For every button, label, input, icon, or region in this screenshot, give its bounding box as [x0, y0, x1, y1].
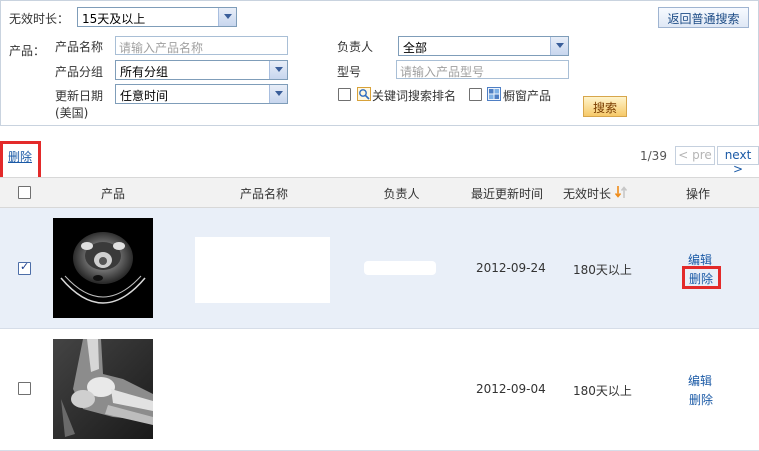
header-actions: 操作 — [685, 187, 710, 201]
header-product: 产品 — [100, 187, 125, 201]
grid-window-icon — [487, 87, 501, 101]
redacted-product-name — [195, 237, 330, 303]
select-all-checkbox[interactable] — [18, 186, 31, 199]
sort-arrows-icon[interactable] — [614, 185, 628, 199]
keyword-rank-checkbox[interactable] — [338, 88, 351, 101]
product-thumbnail-foot-xray[interactable] — [53, 339, 153, 439]
keyword-rank-label: 关键词搜索排名 — [372, 89, 457, 103]
product-group-value: 所有分组 — [120, 65, 169, 79]
page-indicator: 1/39 — [640, 149, 667, 163]
chevron-down-icon — [550, 37, 568, 55]
chevron-down-icon — [269, 61, 287, 79]
header-product-name: 产品名称 — [239, 187, 288, 201]
last-updated-cell: 2012-09-04 — [476, 382, 546, 396]
delete-link[interactable]: 删除 — [689, 391, 713, 408]
product-name-input[interactable]: 请输入产品名称 — [115, 36, 288, 55]
invalid-duration-cell: 180天以上 — [573, 384, 632, 398]
model-input[interactable]: 请输入产品型号 — [396, 60, 569, 79]
return-normal-search-button[interactable]: 返回普通搜索 — [658, 7, 749, 28]
product-name-placeholder: 请输入产品名称 — [119, 41, 204, 55]
product-thumbnail-ct-scan[interactable] — [53, 218, 153, 318]
model-placeholder: 请输入产品型号 — [400, 65, 485, 79]
next-page-button[interactable]: next > — [717, 146, 759, 176]
owner-label: 负责人 — [337, 40, 374, 54]
row-checkbox[interactable] — [18, 260, 31, 275]
product-section-label: 产品： — [9, 44, 46, 58]
update-date-label: 更新日期 — [55, 89, 104, 103]
invalid-duration-value: 15天及以上 — [82, 12, 146, 26]
search-button[interactable]: 搜索 — [583, 96, 627, 117]
invalid-duration-select[interactable]: 15天及以上 — [77, 7, 237, 27]
edit-link[interactable]: 编辑 — [688, 372, 712, 389]
bulk-delete-link[interactable]: 删除 — [8, 148, 32, 165]
row-checkbox[interactable] — [18, 382, 31, 395]
last-updated-cell: 2012-09-24 — [476, 261, 546, 275]
prev-page-button[interactable]: < pre — [675, 146, 715, 165]
delete-link[interactable]: 删除 — [689, 270, 713, 287]
product-name-label: 产品名称 — [55, 40, 104, 54]
owner-value: 全部 — [403, 41, 428, 55]
redacted-owner — [364, 261, 436, 275]
showcase-checkbox[interactable] — [469, 88, 482, 101]
update-date-timezone: (美国) — [55, 106, 89, 120]
header-owner: 负责人 — [383, 187, 420, 201]
header-last-updated: 最近更新时间 — [470, 187, 543, 201]
invalid-duration-cell: 180天以上 — [573, 263, 632, 277]
invalid-duration-label: 无效时长： — [9, 12, 70, 26]
chevron-down-icon — [218, 8, 236, 26]
magnifier-chart-icon — [357, 87, 371, 101]
product-group-select[interactable]: 所有分组 — [115, 60, 288, 80]
product-group-label: 产品分组 — [55, 65, 104, 79]
model-label: 型号 — [337, 65, 362, 79]
owner-select[interactable]: 全部 — [398, 36, 569, 56]
header-invalid-duration[interactable]: 无效时长 — [561, 185, 613, 202]
showcase-label: 橱窗产品 — [503, 89, 552, 103]
update-date-select[interactable]: 任意时间 — [115, 84, 288, 104]
update-date-value: 任意时间 — [120, 89, 169, 103]
chevron-down-icon — [269, 85, 287, 103]
